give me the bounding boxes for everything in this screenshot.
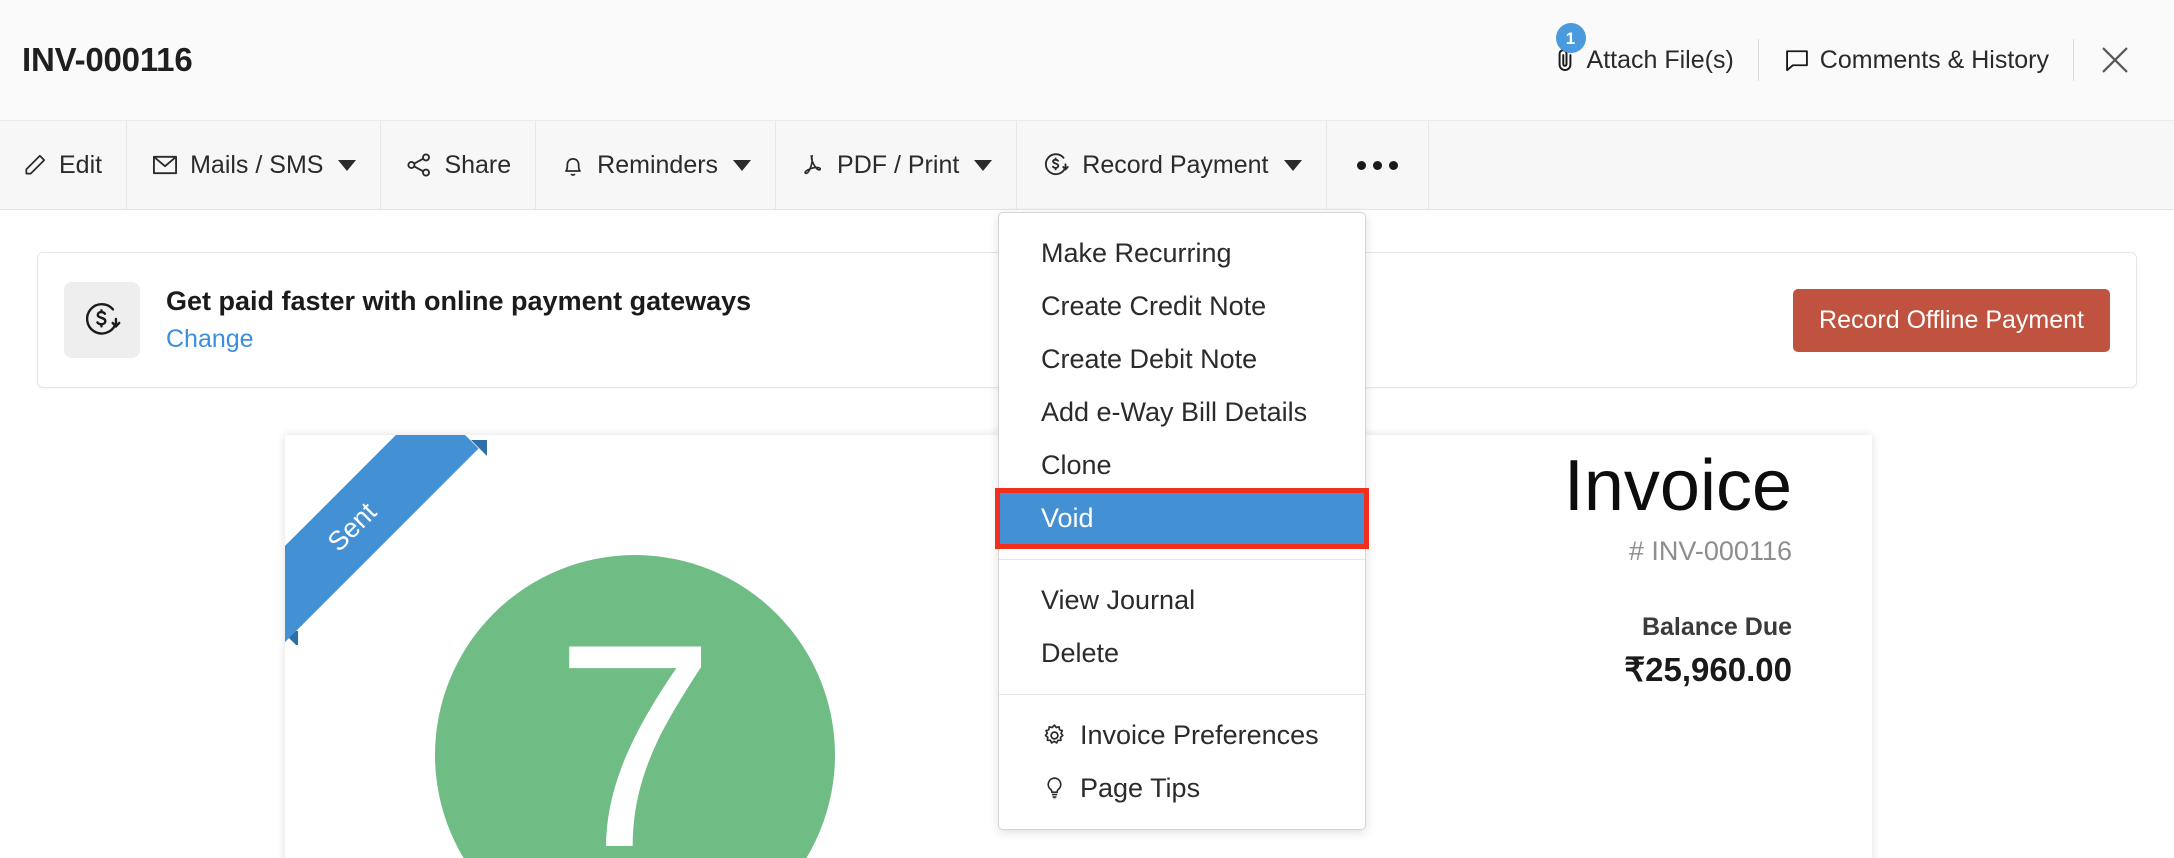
record-payment-label: Record Payment — [1082, 150, 1269, 179]
menu-item-create-credit-note[interactable]: Create Credit Note — [999, 280, 1365, 333]
comments-history-label: Comments & History — [1819, 45, 2049, 74]
close-icon — [2098, 43, 2132, 77]
attach-files-button[interactable]: 1 Attach File(s) — [1528, 23, 1758, 75]
invoice-number: # INV-000116 — [1628, 535, 1792, 566]
comments-history-button[interactable]: Comments & History — [1759, 46, 2073, 75]
menu-group-2: View Journal Delete — [999, 574, 1365, 680]
menu-item-page-tips-label: Page Tips — [1080, 773, 1201, 803]
chevron-down-icon — [733, 159, 752, 171]
reminders-button[interactable]: Reminders — [536, 121, 777, 209]
menu-item-delete[interactable]: Delete — [999, 627, 1365, 680]
status-ribbon-label: Sent — [285, 435, 479, 645]
share-button[interactable]: Share — [381, 121, 537, 209]
menu-separator-2 — [999, 694, 1365, 695]
menu-item-create-debit-note[interactable]: Create Debit Note — [999, 333, 1365, 386]
menu-group-3: Invoice Preferences Page Tips — [999, 709, 1365, 815]
comment-icon — [1783, 46, 1811, 74]
invoice-summary: Invoice # INV-000116 Balance Due ₹25,960… — [1564, 445, 1792, 689]
balance-due-value: ₹25,960.00 — [1624, 650, 1792, 688]
chevron-down-icon — [338, 159, 357, 171]
header-actions: 1 Attach File(s) Comments & History — [1528, 23, 2148, 81]
pdf-print-button[interactable]: PDF / Print — [776, 121, 1018, 209]
ellipsis-icon — [1356, 160, 1398, 170]
action-toolbar: Edit Mails / SMS Share Reminders PDF / P… — [0, 120, 2174, 210]
banner-change-link[interactable]: Change — [166, 325, 751, 354]
share-label: Share — [444, 150, 512, 179]
banner-icon-tile — [64, 282, 140, 358]
chevron-down-icon — [1283, 159, 1302, 171]
close-button[interactable] — [2074, 43, 2148, 77]
menu-item-add-eway-bill-details[interactable]: Add e-Way Bill Details — [999, 386, 1365, 439]
mails-sms-label: Mails / SMS — [190, 150, 324, 179]
pdf-icon — [800, 151, 826, 179]
pdf-print-label: PDF / Print — [837, 150, 960, 179]
menu-item-invoice-preferences[interactable]: Invoice Preferences — [999, 709, 1365, 762]
banner-text-block: Get paid faster with online payment gate… — [166, 286, 751, 354]
page-header: INV-000116 1 Attach File(s) Comments & H… — [0, 0, 2174, 120]
dollar-circle-icon — [80, 298, 124, 342]
bell-icon — [560, 151, 586, 179]
company-logo: 7 — [435, 555, 835, 858]
chevron-down-icon — [974, 159, 993, 171]
menu-item-clone[interactable]: Clone — [999, 439, 1365, 492]
lightbulb-icon — [1041, 775, 1068, 802]
page-title: INV-000116 — [22, 41, 193, 78]
banner-title: Get paid faster with online payment gate… — [166, 286, 752, 316]
menu-item-view-journal[interactable]: View Journal — [999, 574, 1365, 627]
status-ribbon: Sent — [285, 435, 495, 645]
menu-item-page-tips[interactable]: Page Tips — [999, 762, 1365, 815]
company-logo-glyph: 7 — [554, 584, 716, 858]
dollar-circle-icon — [1041, 150, 1071, 180]
attachment-count-badge: 1 — [1555, 23, 1586, 53]
menu-item-invoice-preferences-label: Invoice Preferences — [1080, 720, 1319, 750]
mails-sms-button[interactable]: Mails / SMS — [127, 121, 382, 209]
record-offline-payment-button[interactable]: Record Offline Payment — [1793, 288, 2110, 352]
menu-item-void[interactable]: Void — [995, 488, 1369, 549]
invoice-heading: Invoice — [1563, 446, 1792, 526]
more-actions-menu: Make Recurring Create Credit Note Create… — [995, 212, 1369, 830]
envelope-icon — [151, 151, 179, 179]
pencil-icon — [22, 152, 48, 178]
edit-button[interactable]: Edit — [0, 121, 128, 209]
more-actions-button[interactable] — [1327, 121, 1429, 209]
balance-due-label: Balance Due — [1641, 612, 1792, 641]
attach-files-label: Attach File(s) — [1586, 45, 1734, 74]
invoice-detail-page: INV-000116 1 Attach File(s) Comments & H… — [0, 0, 2174, 858]
menu-separator-1 — [999, 559, 1365, 560]
edit-label: Edit — [59, 150, 103, 179]
menu-group-1: Make Recurring Create Credit Note Create… — [995, 227, 1369, 549]
reminders-label: Reminders — [597, 150, 719, 179]
share-icon — [405, 151, 433, 179]
menu-item-make-recurring[interactable]: Make Recurring — [999, 227, 1365, 280]
paperclip-icon-wrap: 1 — [1552, 23, 1586, 75]
record-payment-button[interactable]: Record Payment — [1017, 121, 1327, 209]
gear-icon — [1041, 722, 1068, 749]
